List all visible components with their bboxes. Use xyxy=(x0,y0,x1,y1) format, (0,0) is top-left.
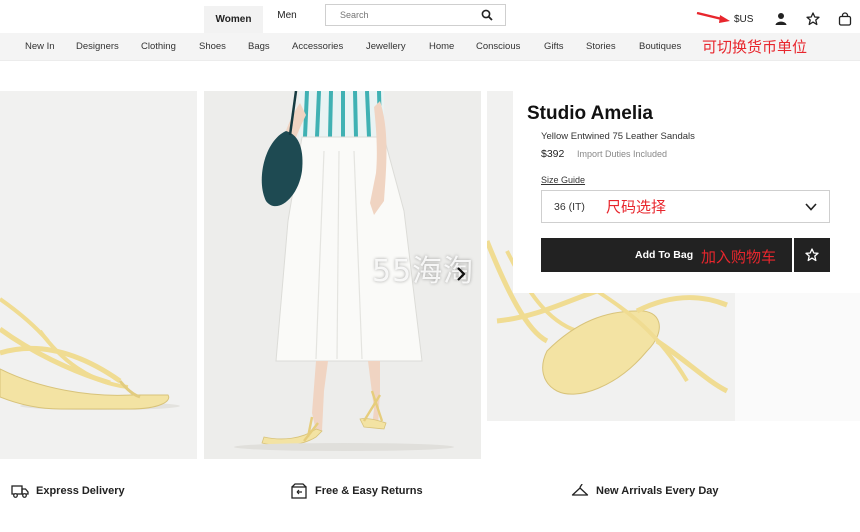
nav-boutiques[interactable]: Boutiques xyxy=(639,33,681,61)
chevron-down-icon xyxy=(805,203,817,211)
account-icon[interactable] xyxy=(774,12,788,26)
size-annotation: 尺码选择 xyxy=(606,198,667,216)
currency-selector[interactable]: $US xyxy=(734,14,753,25)
wishlist-star-icon[interactable] xyxy=(806,12,820,26)
product-image-sandal-side[interactable] xyxy=(0,91,197,459)
tab-men[interactable]: Men xyxy=(263,2,311,29)
next-image-chevron-icon[interactable] xyxy=(455,265,467,283)
star-icon xyxy=(805,248,819,262)
truck-icon xyxy=(11,485,29,498)
nav-home[interactable]: Home xyxy=(429,33,454,61)
nav-new-in[interactable]: New In xyxy=(25,33,55,61)
size-dropdown[interactable]: 36 (IT) 尺码选择 xyxy=(541,190,830,223)
size-guide-link[interactable]: Size Guide xyxy=(541,175,585,185)
nav-jewellery[interactable]: Jewellery xyxy=(366,33,406,61)
nav-clothing[interactable]: Clothing xyxy=(141,33,176,61)
duties-note: Import Duties Included xyxy=(577,149,668,159)
add-to-bag-label: Add To Bag xyxy=(635,249,694,261)
nav-shoes[interactable]: Shoes xyxy=(199,33,226,61)
feature-label: New Arrivals Every Day xyxy=(596,485,719,497)
brand-name[interactable]: Studio Amelia xyxy=(527,103,653,125)
feature-label: Express Delivery xyxy=(36,485,125,497)
search-box xyxy=(325,4,506,26)
hanger-icon xyxy=(571,483,589,496)
annotation-arrow-icon xyxy=(696,12,730,23)
shopping-bag-icon[interactable] xyxy=(838,12,852,26)
selected-size: 36 (IT) xyxy=(554,201,585,213)
nav-gifts[interactable]: Gifts xyxy=(544,33,564,61)
top-bar: Women Men $US xyxy=(0,0,860,33)
search-input[interactable] xyxy=(326,5,476,25)
nav-designers[interactable]: Designers xyxy=(76,33,119,61)
return-box-icon xyxy=(291,483,307,499)
sandal-side-illustration xyxy=(0,91,197,459)
product-info-card: Studio Amelia Yellow Entwined 75 Leather… xyxy=(513,91,860,293)
tab-women[interactable]: Women xyxy=(204,6,263,33)
nav-accessories[interactable]: Accessories xyxy=(292,33,343,61)
currency-annotation: 可切换货币单位 xyxy=(702,38,808,56)
feature-label: Free & Easy Returns xyxy=(315,485,423,497)
nav-conscious[interactable]: Conscious xyxy=(476,33,520,61)
bag-annotation: 加入购物车 xyxy=(701,248,777,266)
add-to-wishlist-button[interactable] xyxy=(794,238,830,272)
add-to-bag-button[interactable]: Add To Bag 加入购物车 xyxy=(541,238,792,272)
nav-bags[interactable]: Bags xyxy=(248,33,270,61)
product-price: $392 xyxy=(541,148,565,160)
product-name: Yellow Entwined 75 Leather Sandals xyxy=(541,131,695,142)
nav-stories[interactable]: Stories xyxy=(586,33,616,61)
search-icon[interactable] xyxy=(481,9,493,21)
